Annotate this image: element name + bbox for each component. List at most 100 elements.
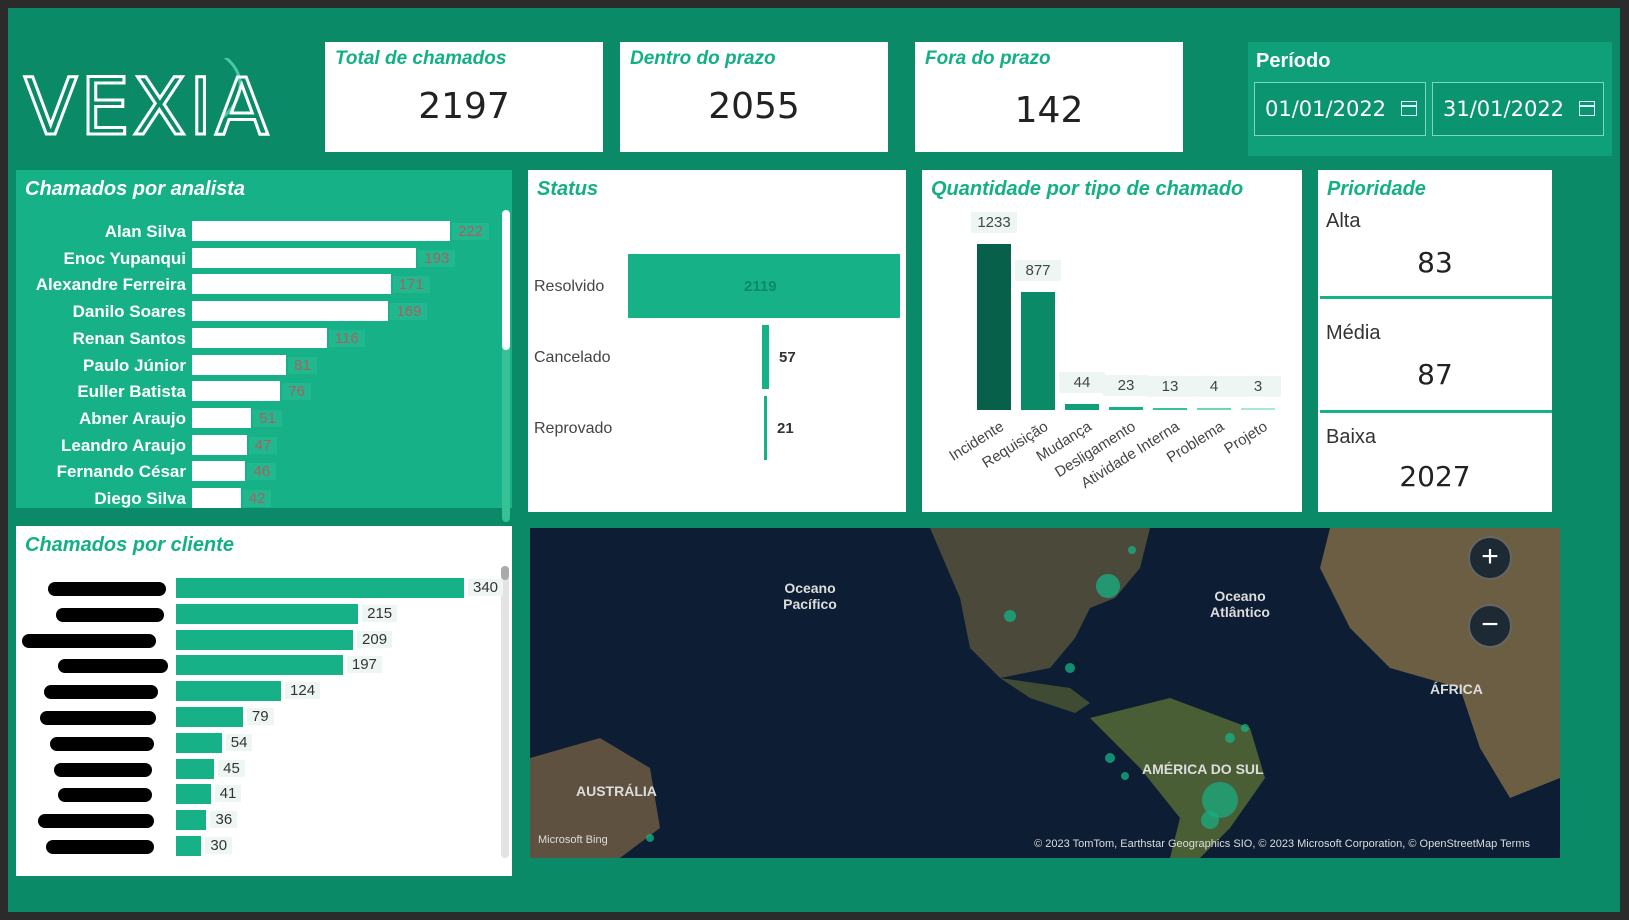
analyst-bar[interactable] [192, 301, 389, 322]
map-bubble[interactable] [1128, 546, 1136, 554]
analyst-value: 42 [242, 490, 272, 507]
column-bar[interactable] [1197, 408, 1231, 410]
client-bar[interactable] [176, 732, 222, 753]
map-bubble[interactable] [1225, 733, 1235, 743]
priority-divider [1320, 410, 1552, 413]
analyst-bar[interactable] [192, 247, 417, 268]
client-bar[interactable] [176, 681, 282, 702]
analyst-row[interactable]: Alan Silva 222 [16, 220, 506, 242]
client-bar[interactable] [176, 784, 211, 805]
zoom-out-button[interactable]: − [1468, 604, 1512, 648]
calendar-icon[interactable] [1579, 101, 1595, 116]
bing-logo: Microsoft Bing [538, 834, 608, 846]
client-row[interactable]: 209 [16, 628, 506, 652]
analyst-row[interactable]: Abner Araujo 51 [16, 407, 506, 429]
priority-panel: Prioridade Alta 83 Média 87 Baixa 2027 [1318, 170, 1552, 512]
analyst-row[interactable]: Leandro Araujo 47 [16, 434, 506, 456]
column-bar[interactable] [1065, 404, 1099, 410]
client-bar[interactable] [176, 836, 202, 856]
analyst-value: 222 [452, 223, 490, 240]
analyst-row[interactable]: Danilo Soares 169 [16, 300, 506, 322]
analyst-row[interactable]: Paulo Júnior 81 [16, 354, 506, 376]
client-value: 124 [285, 682, 321, 700]
client-bar[interactable] [176, 603, 359, 624]
analyst-row[interactable]: Diego Silva 42 [16, 487, 506, 509]
client-row[interactable]: 340 [16, 576, 506, 600]
analyst-bar[interactable] [192, 327, 327, 348]
map-bubble[interactable] [1241, 724, 1249, 732]
kpi-total-card: Total de chamados 2197 [325, 42, 603, 152]
client-bar[interactable] [176, 629, 354, 650]
analyst-bar[interactable] [192, 381, 281, 402]
analyst-bar[interactable] [192, 274, 391, 295]
analyst-bar[interactable] [192, 434, 247, 455]
kpi-title: Dentro do prazo [630, 48, 776, 69]
column-bar[interactable] [1241, 408, 1275, 410]
client-row[interactable]: 45 [16, 757, 506, 781]
analyst-name: Fernando César [56, 462, 186, 482]
client-row[interactable]: 79 [16, 705, 506, 729]
priority-divider [1320, 296, 1552, 299]
start-date-input[interactable]: 01/01/2022 [1254, 82, 1426, 136]
kpi-title: Total de chamados [335, 48, 507, 69]
client-bar[interactable] [176, 578, 464, 598]
client-name-redacted [50, 736, 154, 751]
client-value: 79 [246, 708, 274, 725]
column-bar[interactable] [977, 244, 1011, 410]
client-row[interactable]: 41 [16, 782, 506, 806]
column-bar[interactable] [1153, 408, 1187, 410]
kpi-value: 142 [1014, 90, 1084, 131]
analyst-bar[interactable] [192, 488, 241, 508]
client-row[interactable]: 36 [16, 808, 506, 832]
kpi-in-time-card: Dentro do prazo 2055 [620, 42, 888, 152]
client-name-redacted [46, 840, 154, 854]
column-bar[interactable] [1021, 291, 1055, 410]
svg-text:VEXIA: VEXIA [24, 63, 271, 148]
calendar-icon[interactable] [1401, 101, 1417, 116]
client-row[interactable]: 197 [16, 653, 506, 677]
client-bar[interactable] [176, 655, 343, 676]
client-value: 197 [346, 656, 382, 674]
analyst-bar[interactable] [192, 407, 252, 428]
kpi-late-card: Fora do prazo 142 [915, 42, 1183, 152]
zoom-in-button[interactable]: + [1468, 536, 1512, 580]
status-bar[interactable] [764, 396, 767, 460]
client-row[interactable]: 215 [16, 602, 506, 626]
client-bar[interactable] [176, 707, 243, 727]
client-name-redacted [56, 607, 164, 622]
map-bubble[interactable] [646, 834, 654, 842]
analyst-row[interactable]: Fernando César 46 [16, 460, 506, 482]
map-label-south-america: AMÉRICA DO SUL [1142, 761, 1264, 777]
analyst-row[interactable]: Alexandre Ferreira 171 [16, 273, 506, 295]
client-value: 340 [468, 579, 504, 596]
map-bubble[interactable] [1105, 753, 1115, 763]
analyst-bar[interactable] [192, 221, 450, 241]
analyst-bar[interactable] [192, 461, 246, 482]
map-bubble[interactable] [1201, 811, 1219, 829]
status-bar[interactable] [762, 325, 769, 389]
map-credit[interactable]: © 2023 TomTom, Earthstar Geographics SIO… [1034, 838, 1530, 850]
map-bubble[interactable] [1121, 772, 1129, 780]
vexia-logo: VEXIA [22, 50, 322, 155]
column-bar[interactable] [1109, 406, 1143, 410]
kpi-value: 2197 [418, 86, 510, 127]
client-value: 45 [218, 759, 245, 777]
map-bubble[interactable] [1065, 663, 1075, 673]
client-row[interactable]: 124 [16, 679, 506, 703]
client-row[interactable]: 30 [16, 834, 506, 858]
analyst-name: Danilo Soares [72, 302, 186, 322]
analyst-row[interactable]: Enoc Yupanqui 193 [16, 247, 506, 269]
client-bar[interactable] [176, 810, 207, 831]
client-bar[interactable] [176, 758, 215, 779]
client-row[interactable]: 54 [16, 731, 506, 755]
map-bubble[interactable] [1096, 574, 1120, 598]
analyst-bar[interactable] [192, 354, 287, 375]
map-visual[interactable]: Oceano Pacífico Oceano Atlântico ÁFRICA … [530, 528, 1560, 858]
column-value: 44 [1059, 372, 1105, 394]
map-bubble[interactable] [1004, 610, 1016, 622]
analyst-row[interactable]: Renan Santos 116 [16, 327, 506, 349]
end-date-input[interactable]: 31/01/2022 [1432, 82, 1604, 136]
analyst-row[interactable]: Euller Batista 76 [16, 380, 506, 402]
analyst-value: 169 [390, 303, 428, 321]
status-label: Resolvido [534, 278, 605, 295]
